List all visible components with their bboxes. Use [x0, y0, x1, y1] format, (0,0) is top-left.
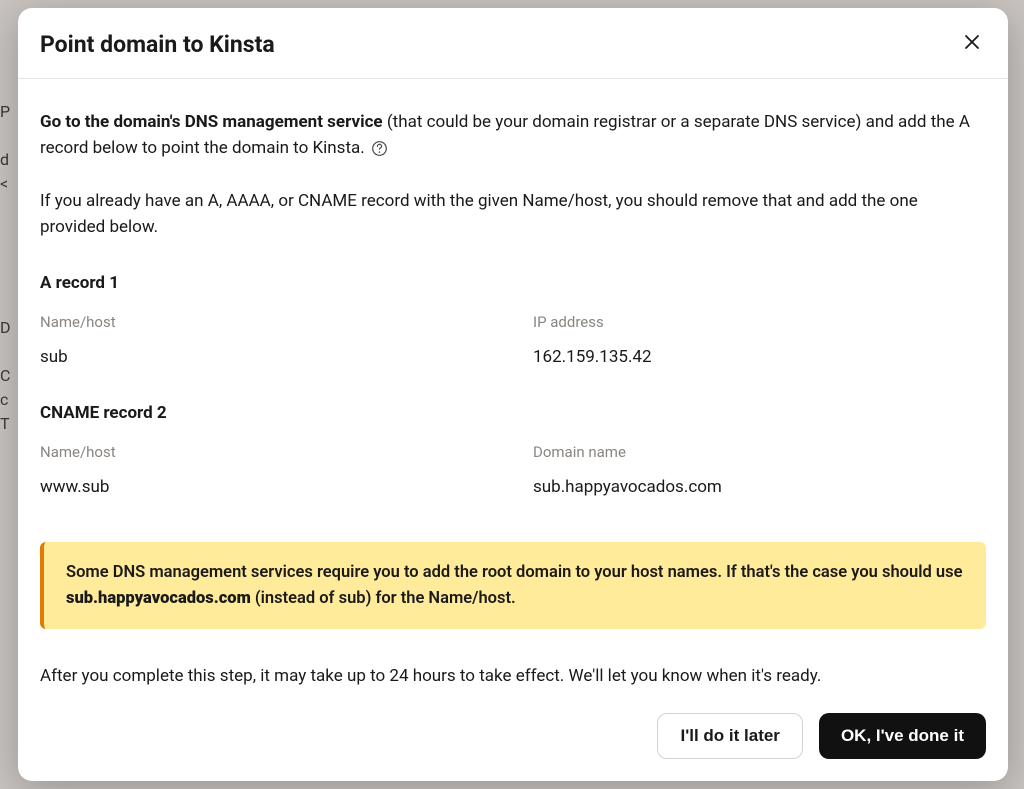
cname-record-domain-value: sub.happyavocados.com [533, 474, 986, 500]
cname-record-title: CNAME record 2 [40, 400, 986, 426]
modal-footer: I'll do it later OK, I've done it [18, 695, 1008, 781]
a-record-ip-value: 162.159.135.42 [533, 344, 986, 370]
alert-text-pre: Some DNS management services require you… [66, 563, 962, 582]
note-paragraph: If you already have an A, AAAA, or CNAME… [40, 188, 986, 241]
field-label: Name/host [40, 441, 493, 464]
after-text: After you complete this step, it may tak… [40, 663, 986, 689]
root-domain-alert: Some DNS management services require you… [40, 542, 986, 629]
a-record-name-field: Name/host sub [40, 311, 493, 371]
alert-strong: sub.happyavocados.com [66, 589, 251, 608]
a-record-grid: Name/host sub IP address 162.159.135.42 [40, 311, 986, 371]
help-icon[interactable] [371, 140, 388, 157]
close-button[interactable] [958, 30, 986, 58]
point-domain-modal: Point domain to Kinsta Go to the domain'… [18, 8, 1008, 781]
intro-paragraph: Go to the domain's DNS management servic… [40, 109, 986, 162]
close-icon [964, 34, 980, 54]
modal-header: Point domain to Kinsta [18, 8, 1008, 79]
cname-record-domain-field: Domain name sub.happyavocados.com [533, 441, 986, 501]
a-record-title: A record 1 [40, 270, 986, 296]
modal-title: Point domain to Kinsta [40, 31, 275, 58]
modal-body: Go to the domain's DNS management servic… [18, 79, 1008, 695]
cname-record-grid: Name/host www.sub Domain name sub.happya… [40, 441, 986, 501]
a-record-block: A record 1 Name/host sub IP address 162.… [40, 270, 986, 370]
field-label: Name/host [40, 311, 493, 334]
field-label: IP address [533, 311, 986, 334]
a-record-name-value: sub [40, 344, 493, 370]
cname-record-block: CNAME record 2 Name/host www.sub Domain … [40, 400, 986, 500]
ok-done-button[interactable]: OK, I've done it [819, 713, 986, 759]
cname-record-name-value: www.sub [40, 474, 493, 500]
cname-record-name-field: Name/host www.sub [40, 441, 493, 501]
intro-bold: Go to the domain's DNS management servic… [40, 112, 383, 132]
alert-text-post: (instead of sub) for the Name/host. [251, 589, 516, 608]
field-label: Domain name [533, 441, 986, 464]
a-record-ip-field: IP address 162.159.135.42 [533, 311, 986, 371]
do-it-later-button[interactable]: I'll do it later [657, 713, 802, 759]
